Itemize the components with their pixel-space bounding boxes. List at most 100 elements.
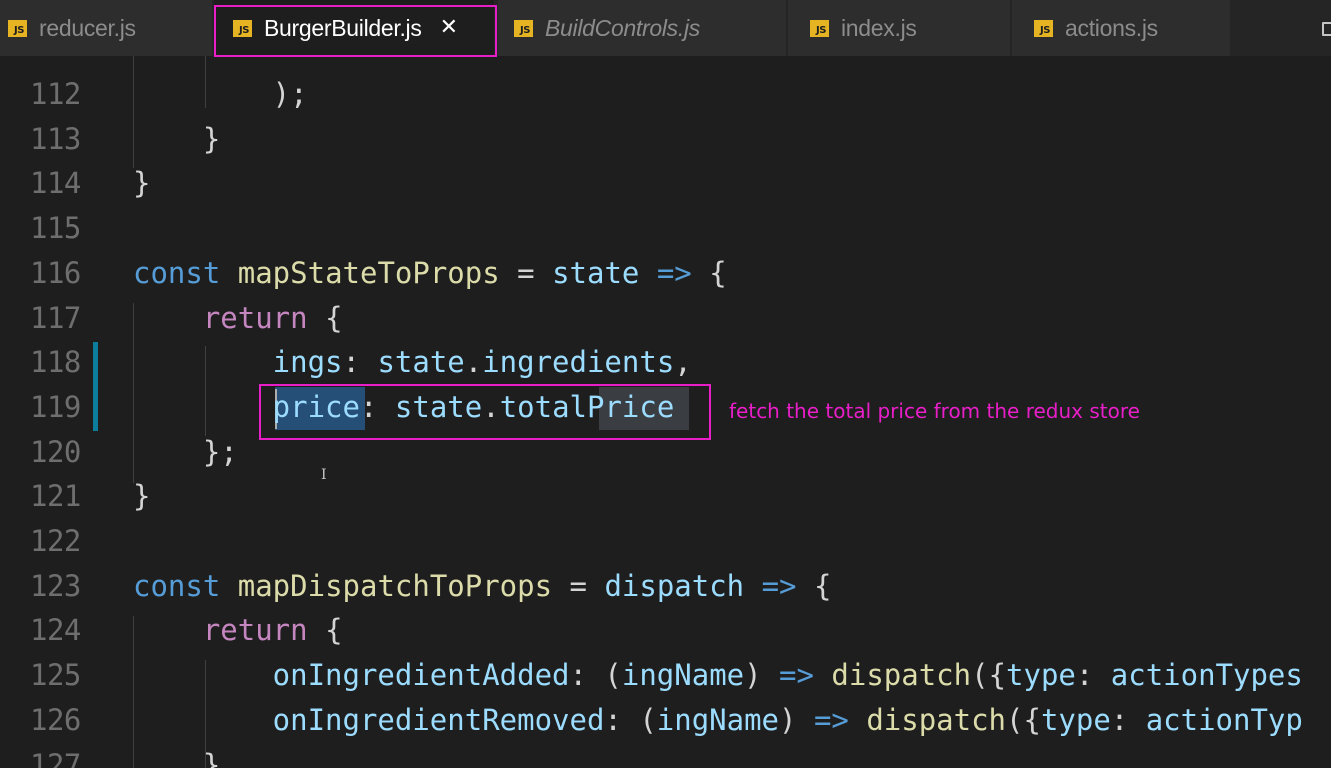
code-text: onIngredientRemoved: (ingName) => dispat…	[133, 698, 1303, 743]
tab-highlight-annotation	[214, 5, 497, 57]
tab-label: index.js	[841, 14, 917, 41]
line-number: 118	[30, 345, 81, 380]
code-line[interactable]: 125 onIngredientAdded: (ingName) => disp…	[0, 653, 1331, 698]
code-highlight-annotation	[259, 384, 711, 440]
js-file-icon: JS	[810, 19, 829, 37]
code-token: :	[1110, 702, 1146, 737]
code-token: onIngredientAdded	[133, 658, 570, 693]
code-line[interactable]: 123 const mapDispatchToProps = dispatch =…	[0, 564, 1331, 609]
code-token: ({	[1006, 702, 1041, 737]
code-token: =>	[744, 568, 814, 603]
code-token: actionTyp	[1145, 702, 1303, 737]
code-token: ,	[674, 345, 692, 380]
code-line[interactable]: 126 onIngredientRemoved: (ingName) => di…	[0, 698, 1331, 743]
code-token: : (	[604, 702, 657, 737]
code-token: :	[342, 345, 378, 380]
line-number: 123	[30, 568, 81, 603]
code-text: const mapDispatchToProps = dispatch => {	[133, 564, 831, 609]
tab-actions[interactable]: JS actions.js	[1012, 0, 1230, 56]
tab-label: BuildControls.js	[545, 14, 700, 41]
split-editor-icon[interactable]	[1322, 22, 1331, 36]
code-text: ings: state.ingredients,	[133, 340, 692, 385]
code-line[interactable]: 118 ings: state.ingredients,	[0, 340, 1331, 385]
code-text: }	[133, 117, 220, 162]
code-token: }	[133, 166, 151, 201]
line-number: 127	[30, 747, 81, 768]
line-number: 119	[30, 389, 81, 424]
code-text: }	[133, 743, 220, 768]
code-token: ings	[133, 345, 343, 380]
code-token: mapDispatchToProps	[237, 568, 553, 603]
line-number: 124	[30, 613, 81, 648]
code-text: return {	[133, 296, 343, 341]
code-token: {	[813, 568, 832, 603]
line-number: 112	[30, 77, 81, 111]
code-text: );	[133, 72, 308, 117]
code-line[interactable]: 117 return {	[0, 296, 1331, 341]
tab-reducer[interactable]: JS reducer.js	[0, 0, 212, 56]
tab-index[interactable]: JS index.js	[788, 0, 1010, 56]
js-file-icon: JS	[514, 19, 533, 37]
code-line[interactable]: 122	[0, 519, 1331, 564]
code-token: mapStateToProps	[237, 255, 500, 290]
js-file-icon: JS	[8, 19, 27, 37]
code-token: {	[307, 613, 343, 648]
code-token: ingName	[621, 658, 745, 693]
code-token: state	[552, 255, 640, 290]
code-token: dispatch	[831, 658, 972, 693]
ibeam-cursor-icon: I	[321, 467, 327, 483]
code-text: }	[133, 474, 150, 519]
code-token: =>	[779, 658, 814, 693]
code-token: .	[464, 345, 483, 380]
line-number: 125	[30, 658, 81, 693]
code-token: }	[133, 747, 221, 768]
code-token: =>	[639, 255, 710, 290]
code-line[interactable]: 113 }	[0, 117, 1331, 162]
code-token: return	[133, 300, 308, 335]
tab-buildcontrols[interactable]: JS BuildControls.js	[498, 0, 786, 56]
code-token: {	[709, 255, 727, 290]
code-token: state	[377, 345, 465, 380]
tab-label: reducer.js	[39, 14, 136, 41]
code-line[interactable]: 127 }	[0, 743, 1331, 768]
code-text: };	[133, 430, 238, 475]
line-number: 115	[30, 211, 81, 246]
code-line[interactable]: 121}	[0, 474, 1331, 519]
code-token: dispatch	[604, 568, 745, 603]
editor-tab-bar: JS reducer.js JS BurgerBuilder.js ✕ JS B…	[0, 0, 1331, 56]
annotation-note: fetch the total price from the redux sto…	[729, 399, 1140, 423]
code-token: const	[133, 568, 238, 603]
line-number: 126	[30, 702, 81, 737]
line-number: 114	[30, 166, 81, 201]
code-line[interactable]: 112 );	[0, 72, 1331, 117]
code-token: type	[1006, 658, 1076, 693]
code-token: ingName	[656, 702, 780, 737]
js-file-icon: JS	[1034, 19, 1053, 37]
code-token: )	[779, 702, 814, 737]
code-line[interactable]: 124 return {	[0, 608, 1331, 653]
code-token: =	[552, 568, 605, 603]
tab-label: actions.js	[1065, 14, 1158, 41]
code-text: const mapStateToProps = state => {	[133, 251, 727, 296]
code-token: ({	[971, 658, 1007, 693]
code-token: const	[133, 255, 238, 290]
code-token: :	[1075, 658, 1111, 693]
code-token: =	[499, 255, 553, 290]
code-line[interactable]: 116 const mapStateToProps = state => {	[0, 251, 1331, 296]
code-token: }	[133, 121, 221, 156]
code-token: actionTypes	[1110, 658, 1303, 693]
code-text: }	[133, 161, 150, 206]
code-token: =>	[813, 702, 849, 737]
line-number: 113	[30, 121, 81, 156]
line-number: 116	[30, 255, 81, 290]
line-number: 122	[30, 524, 81, 558]
code-line[interactable]: 115	[0, 206, 1331, 251]
code-token: }	[133, 479, 151, 514]
line-number: 120	[30, 434, 81, 469]
code-token: type	[1040, 702, 1111, 737]
code-token: return	[133, 613, 308, 648]
code-line[interactable]: 114}	[0, 161, 1331, 206]
code-token: {	[307, 300, 343, 335]
code-text: return {	[133, 608, 343, 653]
